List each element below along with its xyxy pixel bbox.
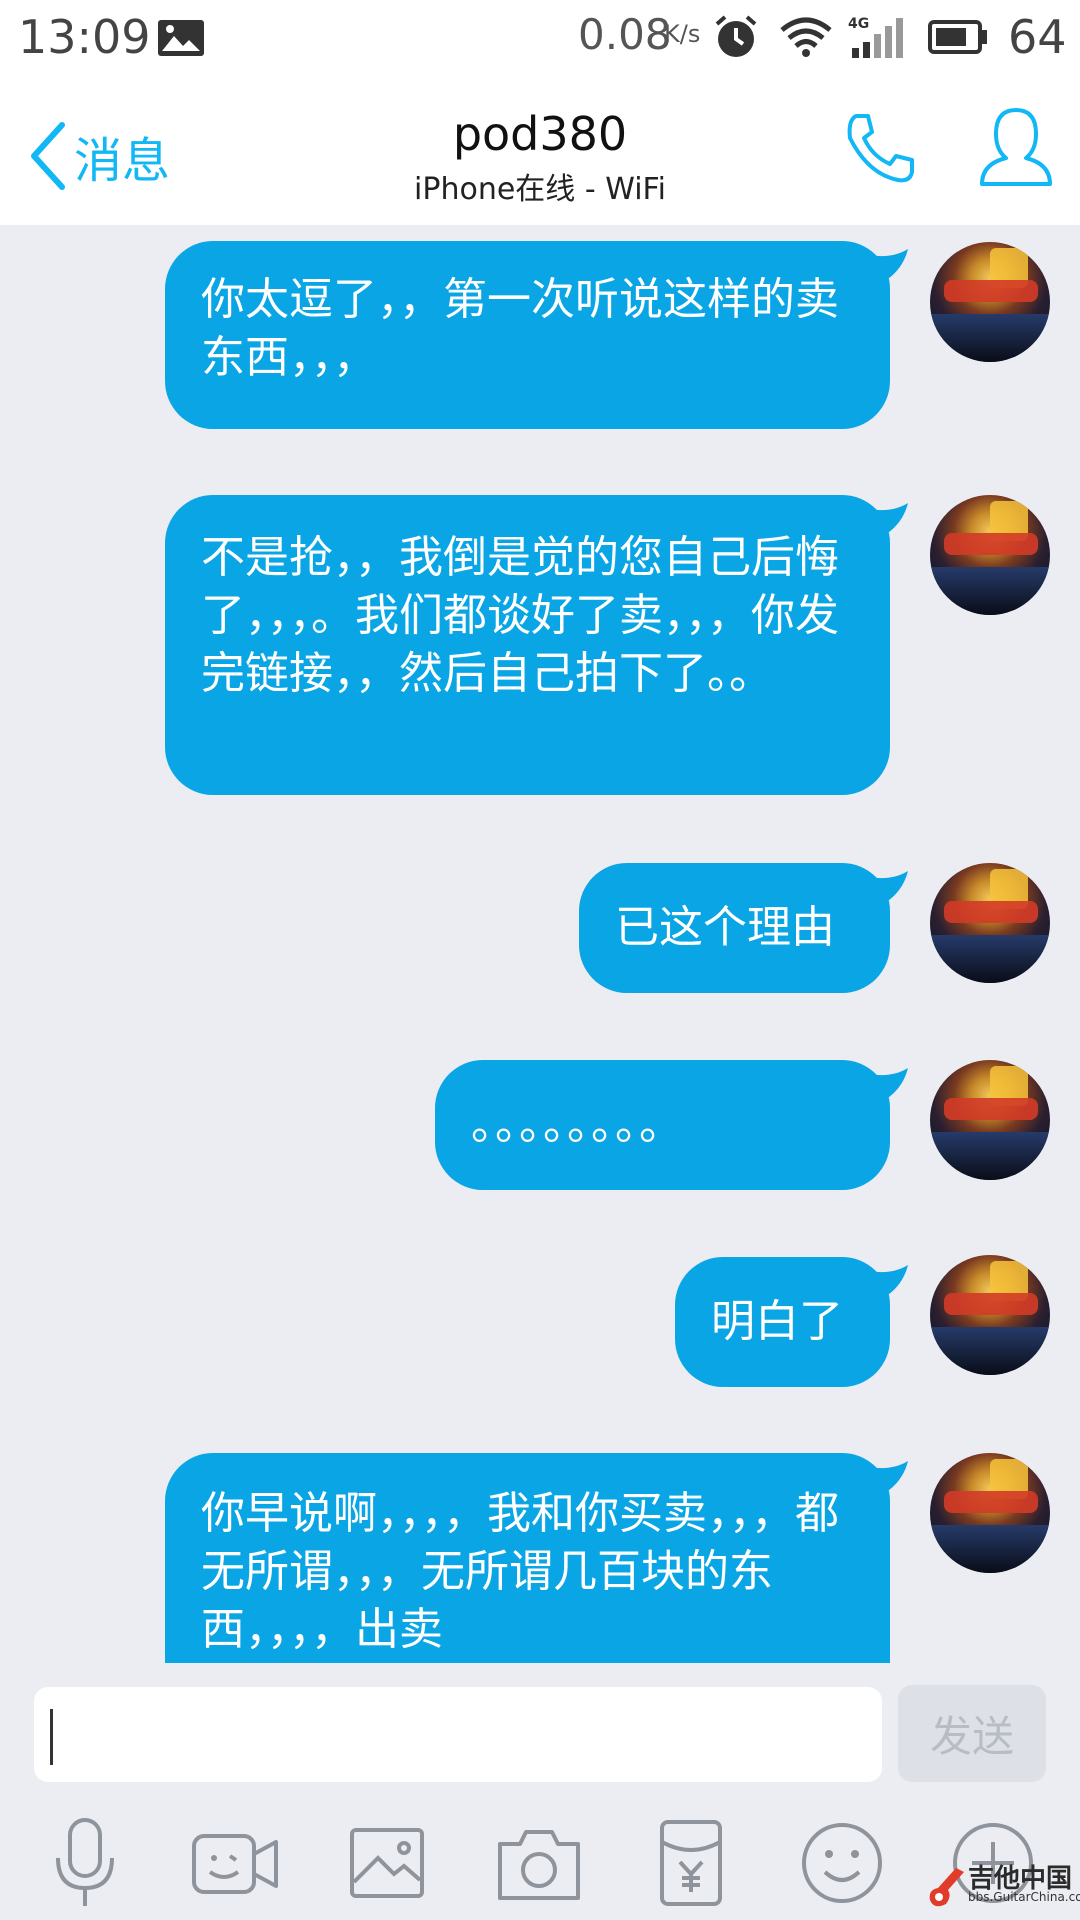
chat-header: 消息 pod380 iPhone在线 - WiFi (0, 80, 1080, 225)
bubble-tail (868, 249, 908, 285)
message-text: 。。。。。。。。 (471, 1099, 685, 1150)
red-packet-icon[interactable] (646, 1818, 736, 1908)
avatar[interactable] (930, 863, 1050, 983)
title-block: pod380 iPhone在线 - WiFi (340, 108, 740, 208)
back-button[interactable]: 消息 (28, 116, 170, 196)
battery-icon (928, 20, 987, 54)
avatar[interactable] (930, 495, 1050, 615)
chat-message-list[interactable]: 你太逗了，，第一次听说这样的卖东西，，， 不是抢，，我倒是觉的您自己后悔了，，，… (0, 225, 1080, 1663)
svg-text:4G: 4G (848, 16, 869, 32)
phone-call-icon[interactable] (842, 110, 918, 186)
guitar-logo-icon (929, 1868, 964, 1907)
message-text: 不是抢，，我倒是觉的您自己后悔了，，，。我们都谈好了卖，，，你发完链接，，然后自… (201, 532, 839, 699)
contact-name: pod380 (452, 107, 628, 161)
message-text: 明白了 (711, 1296, 843, 1347)
wifi-icon (780, 17, 832, 57)
message-text: 你太逗了，，第一次听说这样的卖东西，，， (201, 274, 839, 383)
picture-notification-icon (158, 20, 204, 56)
watermark: 吉他中国 bbs.GuitarChina.com (926, 1860, 1080, 1916)
emoji-icon[interactable] (797, 1818, 887, 1908)
input-toolbar (0, 1788, 1080, 1920)
profile-icon[interactable] (978, 104, 1054, 192)
camera-icon[interactable] (494, 1818, 584, 1908)
message-input[interactable] (34, 1687, 882, 1782)
status-time: 13:09 (18, 10, 151, 64)
message-composer: 发送 (0, 1663, 1080, 1788)
microphone-icon[interactable] (40, 1818, 130, 1908)
message-bubble[interactable]: 。。。。。。。。 (435, 1060, 908, 1190)
battery-level: 64 (1008, 10, 1067, 64)
back-label: 消息 (74, 133, 171, 189)
bubble-tail (868, 1265, 908, 1301)
message-bubble[interactable]: 你太逗了，，第一次听说这样的卖东西，，， (165, 241, 908, 429)
message-bubble[interactable]: 不是抢，，我倒是觉的您自己后悔了，，，。我们都谈好了卖，，，你发完链接，，然后自… (165, 495, 908, 795)
send-button[interactable]: 发送 (898, 1685, 1046, 1782)
signal-icon: 4G (848, 16, 903, 58)
avatar[interactable] (930, 1060, 1050, 1180)
watermark-subtitle: bbs.GuitarChina.com (968, 1890, 1080, 1904)
contact-status: iPhone在线 - WiFi (414, 172, 666, 207)
message-bubble[interactable]: 已这个理由 (579, 863, 908, 993)
message-text: 已这个理由 (615, 902, 835, 953)
bubble-tail (868, 871, 908, 907)
message-bubble[interactable]: 明白了 (675, 1257, 908, 1387)
network-speed-unit: K/s (664, 20, 701, 48)
avatar[interactable] (930, 1453, 1050, 1573)
bubble-tail (868, 1068, 908, 1104)
image-icon[interactable] (342, 1818, 432, 1908)
bubble-tail (868, 503, 908, 539)
bubble-tail (868, 1461, 908, 1497)
message-bubble[interactable]: 你早说啊，，，，我和你买卖，，，都无所谓，，，无所谓几百块的东西，，，，出卖 (165, 1453, 908, 1663)
message-text: 你早说啊，，，，我和你买卖，，，都无所谓，，，无所谓几百块的东西，，，，出卖 (201, 1488, 839, 1655)
alarm-icon (715, 15, 757, 57)
avatar[interactable] (930, 1255, 1050, 1375)
network-speed: 0.08 (578, 10, 672, 59)
status-bar: 13:09 0.08 K/s 4G 64 (0, 0, 1080, 80)
chevron-left-icon (31, 122, 65, 190)
text-cursor (50, 1709, 53, 1765)
avatar[interactable] (930, 242, 1050, 362)
video-call-icon[interactable] (190, 1818, 280, 1908)
